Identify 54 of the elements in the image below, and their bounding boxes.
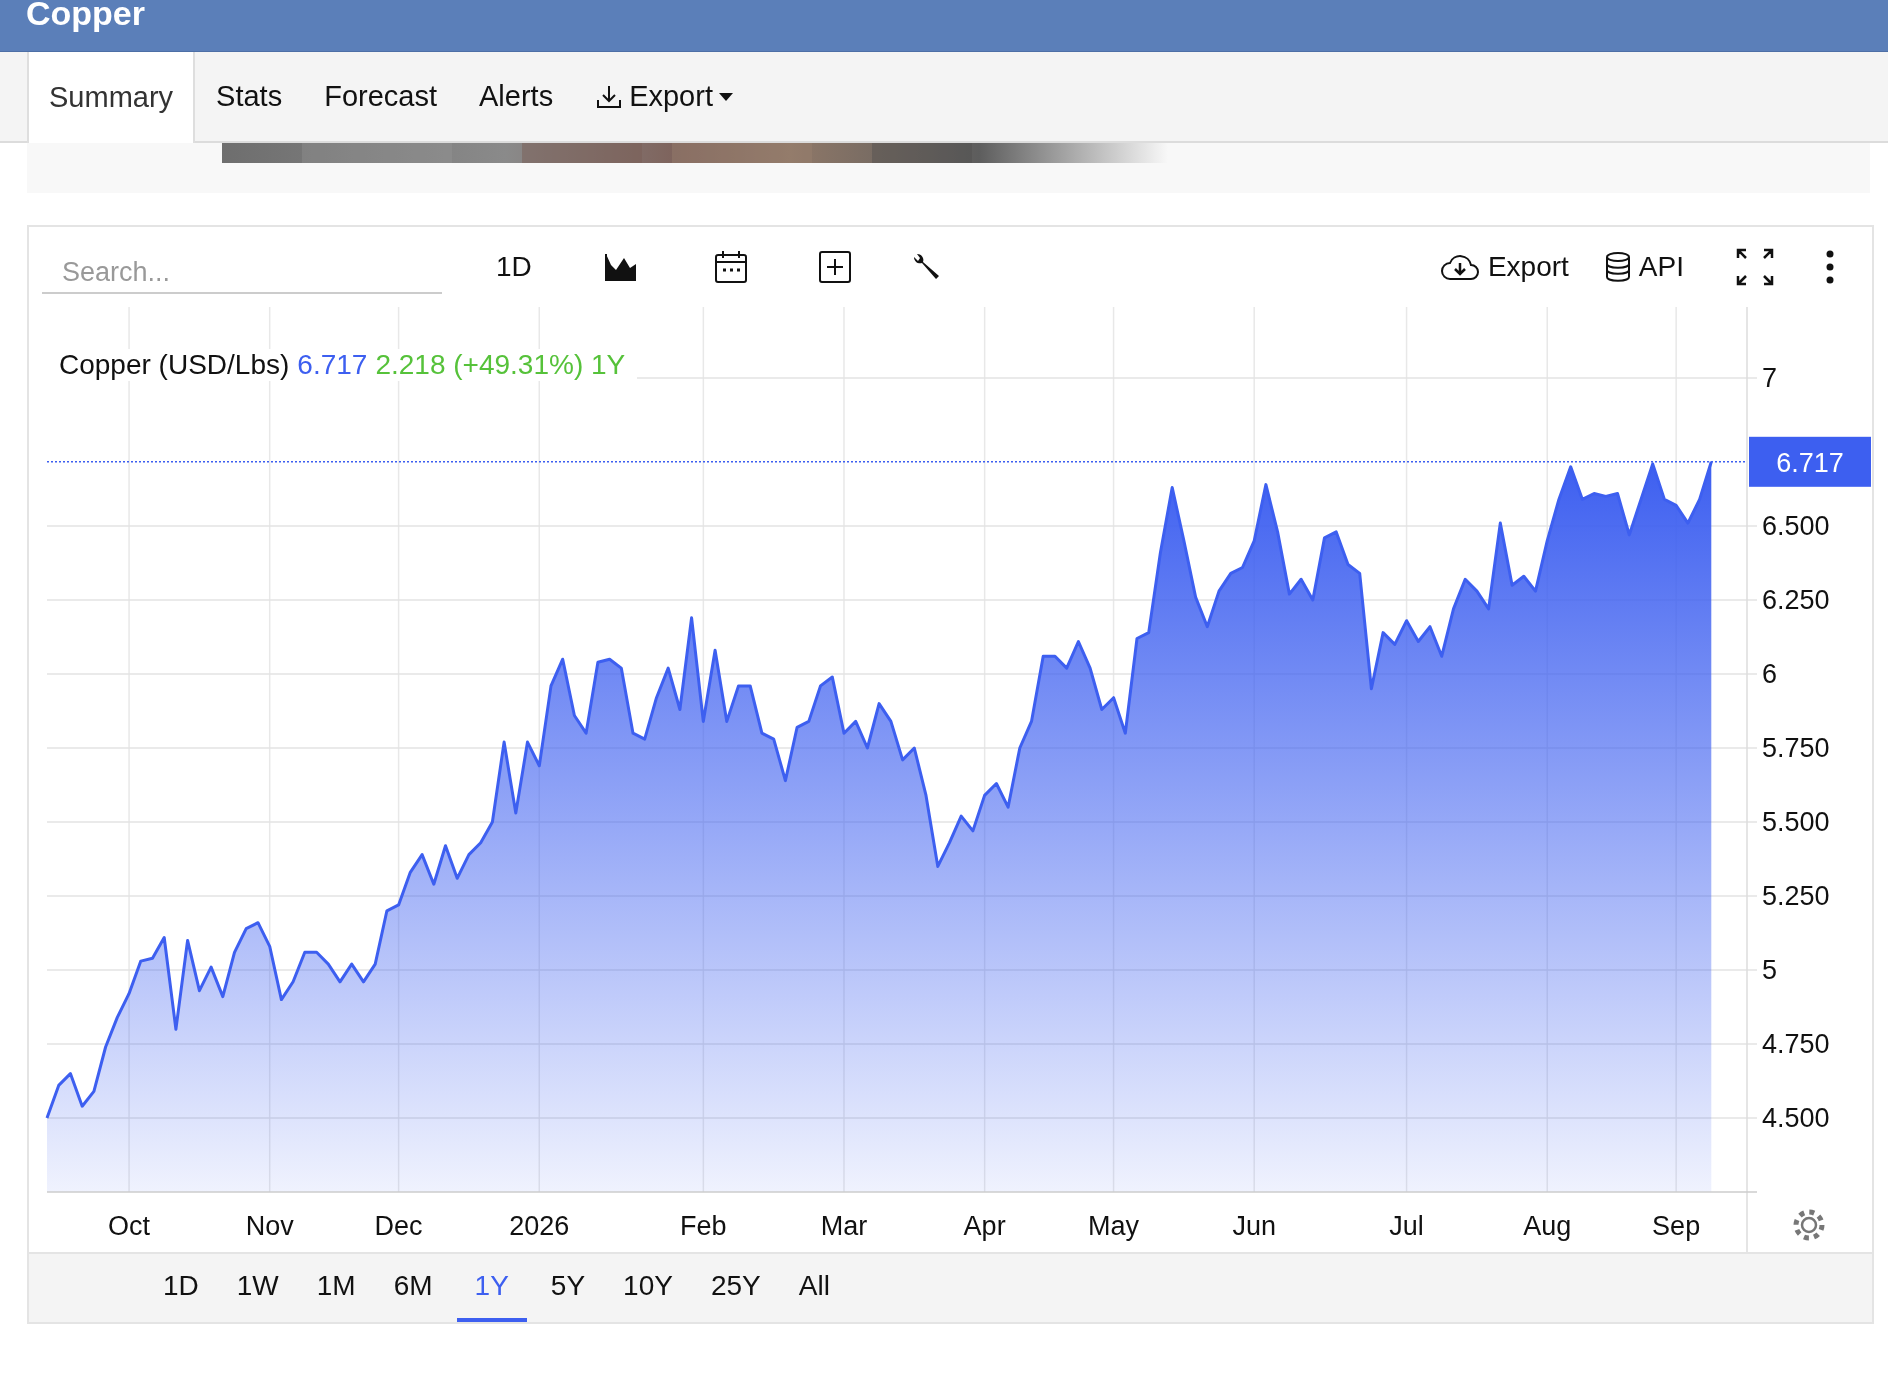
range-button[interactable]: 10Y (609, 1254, 687, 1322)
x-axis-label: Aug (1523, 1211, 1572, 1241)
range-button[interactable]: 25Y (696, 1254, 775, 1322)
export-menu[interactable]: Export (574, 52, 754, 141)
add-icon[interactable] (817, 250, 852, 284)
database-icon (1604, 252, 1631, 282)
range-button[interactable]: 5Y (536, 1254, 600, 1322)
fullscreen-icon[interactable] (1736, 248, 1774, 286)
x-axis-label: Feb (680, 1211, 727, 1241)
y-axis-label: 6.250 (1762, 585, 1830, 616)
range-button[interactable]: 1M (302, 1254, 370, 1322)
x-axis-label: Mar (820, 1211, 868, 1241)
range-button[interactable]: 1Y (456, 1254, 527, 1322)
tab[interactable]: Forecast (303, 52, 458, 141)
more-options-icon[interactable] (1826, 250, 1834, 284)
download-icon (595, 83, 624, 110)
page-title: Copper (26, 0, 145, 30)
legend-title: Copper (USD/Lbs) (59, 349, 290, 381)
legend-change: 2.218 (+49.31%) 1Y (375, 349, 626, 381)
tab[interactable]: Alerts (458, 52, 575, 141)
range-button[interactable]: 6M (379, 1254, 447, 1322)
x-axis-label: Nov (245, 1211, 294, 1241)
last-price-label: 6.717 (1749, 436, 1871, 487)
y-axis-label: 6.500 (1762, 511, 1830, 542)
x-axis-label: Sep (1652, 1211, 1701, 1241)
x-axis-label: Apr (963, 1211, 1006, 1241)
x-axis-label: Jun (1232, 1211, 1276, 1241)
range-button[interactable]: 1D (149, 1254, 213, 1322)
y-axis-label: 5.750 (1762, 733, 1830, 763)
x-axis-label: Dec (374, 1211, 423, 1241)
x-axis-label: Oct (108, 1211, 151, 1241)
y-axis-label: 5.250 (1762, 881, 1830, 911)
tab[interactable]: Summary (27, 52, 196, 143)
y-axis-label: 4.750 (1762, 1029, 1830, 1059)
calendar-icon[interactable] (713, 250, 748, 284)
settings-icon[interactable] (1793, 1209, 1825, 1241)
caret-icon (718, 92, 733, 101)
x-axis-label: 2026 (509, 1211, 570, 1241)
y-axis-label: 5.500 (1762, 807, 1830, 837)
x-axis-label: Jul (1389, 1211, 1424, 1241)
y-axis-label: 5 (1762, 955, 1778, 985)
interval-button[interactable]: 1D (496, 251, 532, 283)
export-button[interactable]: Export (1439, 251, 1569, 283)
x-axis-label: May (1088, 1211, 1140, 1241)
tab[interactable]: Stats (195, 52, 304, 141)
api-button[interactable]: API (1604, 251, 1684, 283)
legend-price: 6.717 (297, 349, 368, 381)
y-axis-label: 4.500 (1762, 1103, 1830, 1133)
cloud-download-icon (1439, 253, 1480, 281)
range-button[interactable]: All (784, 1254, 844, 1322)
area-chart-icon[interactable] (603, 252, 638, 282)
y-axis-label: 6 (1762, 659, 1778, 689)
y-axis-label: 7 (1762, 363, 1778, 394)
range-button[interactable]: 1W (222, 1254, 293, 1322)
